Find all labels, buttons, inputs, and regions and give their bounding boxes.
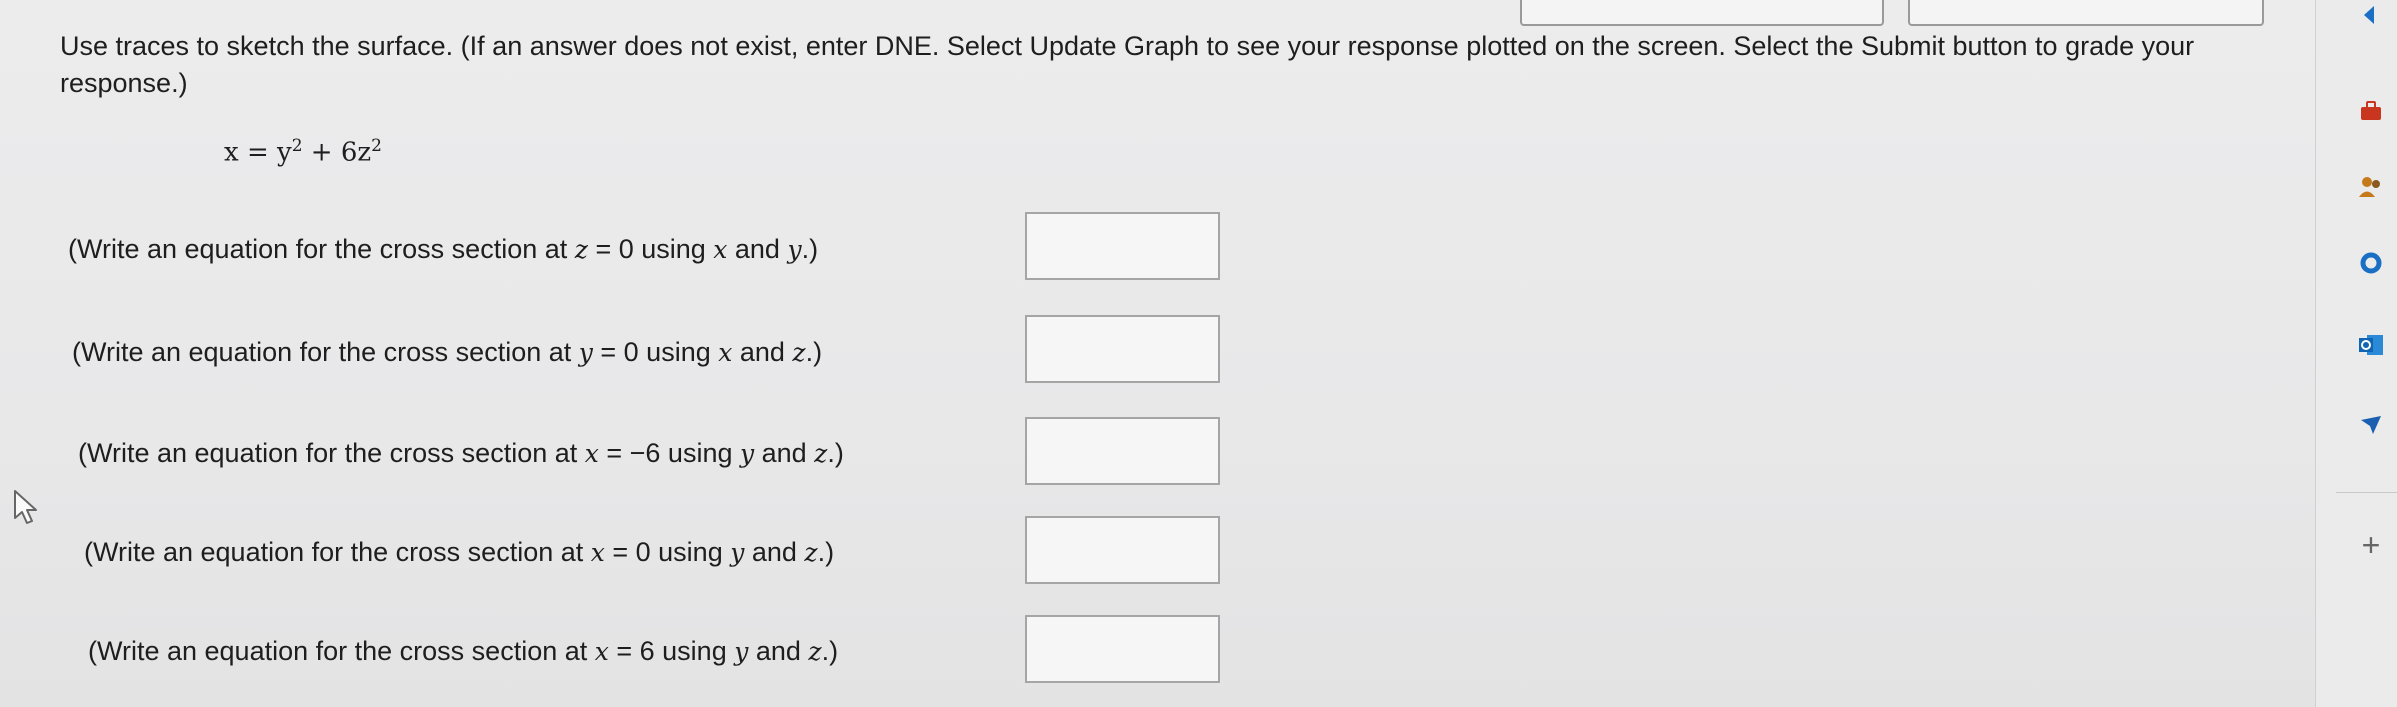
answer-input-x-neg6[interactable] xyxy=(1025,417,1220,485)
question-y0: (Write an equation for the cross section… xyxy=(72,337,823,367)
circle-icon[interactable] xyxy=(2356,248,2386,278)
top-field-1[interactable] xyxy=(1520,0,1884,26)
question-x6: (Write an equation for the cross section… xyxy=(88,636,839,666)
answer-input-y0[interactable] xyxy=(1025,315,1220,383)
chevron-icon[interactable] xyxy=(2356,0,2386,30)
surface-equation: x = y2 + 6z2 xyxy=(224,136,382,168)
top-field-2[interactable] xyxy=(1908,0,2264,26)
send-icon[interactable] xyxy=(2356,410,2386,440)
instructions-text: Use traces to sketch the surface. (If an… xyxy=(60,31,2195,98)
content-area: Use traces to sketch the surface. (If an… xyxy=(0,0,2333,707)
sidebar-divider xyxy=(2336,492,2397,493)
mouse-cursor-icon xyxy=(14,490,37,524)
browser-sidebar: + xyxy=(2315,0,2397,707)
plus-icon[interactable]: + xyxy=(2356,527,2386,563)
answer-input-x0[interactable] xyxy=(1025,516,1220,584)
answer-input-z0[interactable] xyxy=(1025,212,1220,280)
outlook-icon[interactable] xyxy=(2356,330,2386,360)
people-icon[interactable] xyxy=(2356,172,2386,202)
answer-input-x6[interactable] xyxy=(1025,615,1220,683)
briefcase-icon[interactable] xyxy=(2356,96,2386,126)
question-z0: (Write an equation for the cross section… xyxy=(68,234,819,264)
question-x-neg6: (Write an equation for the cross section… xyxy=(78,438,844,468)
question-x0: (Write an equation for the cross section… xyxy=(84,537,835,567)
